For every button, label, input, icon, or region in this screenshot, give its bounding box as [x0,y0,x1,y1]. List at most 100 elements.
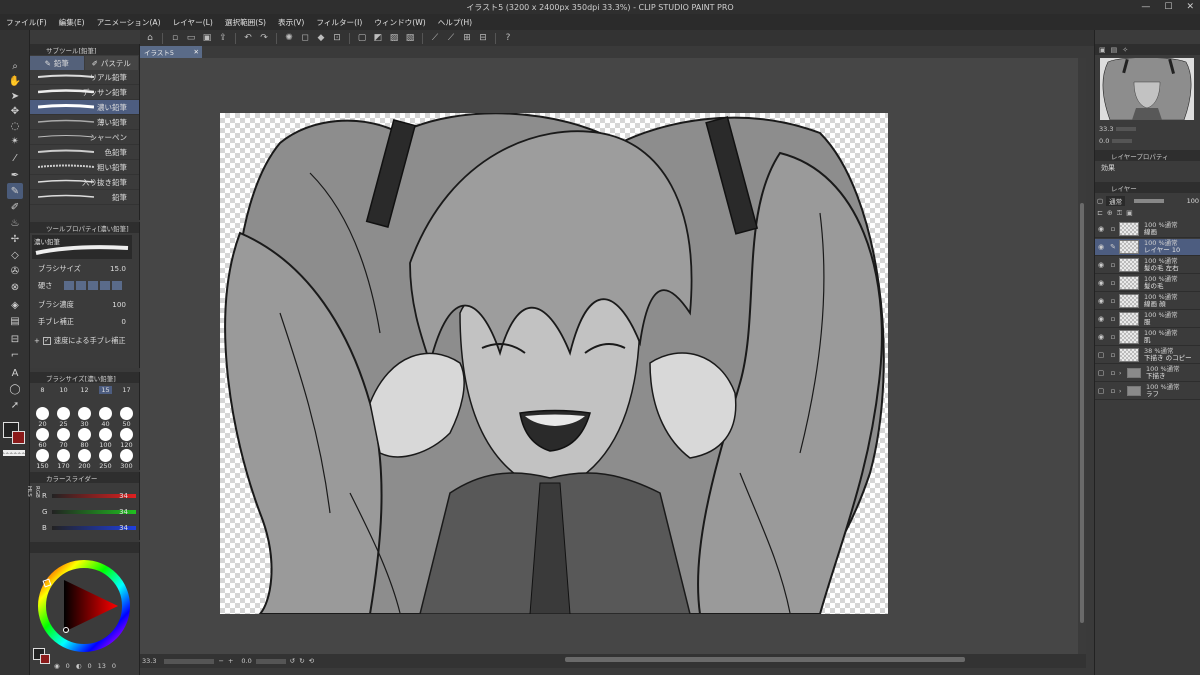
zoom-tool-icon[interactable]: ⌕ [7,58,23,74]
brush-size-row[interactable]: ブラシサイズ 15.0 [30,262,140,275]
clear-icon[interactable]: ◻ [299,32,311,44]
horizontal-scrollbar[interactable] [565,657,965,662]
eye-icon[interactable]: ◉ [1095,257,1107,274]
channel-value[interactable]: 34 [119,508,128,516]
eye-icon[interactable]: ◉ [1095,329,1107,346]
brush-size-option[interactable]: 200 [75,449,94,470]
close-button[interactable]: ✕ [1186,2,1194,12]
eraser-tool-icon[interactable]: ◇ [7,247,23,263]
pencil-tool-icon[interactable]: ✎ [7,183,23,199]
canvas-area[interactable] [140,58,1086,654]
edit-slot-icon[interactable]: ▫ [1107,383,1119,400]
brush-size-option[interactable]: 250 [96,449,115,470]
sub-view-tab-icon[interactable]: ▤ [1111,46,1118,54]
clip-icon[interactable]: ⊏ [1097,209,1103,219]
eye-icon[interactable]: ◉ [1095,221,1107,238]
lasso-tool-icon[interactable]: ◌ [7,118,23,134]
stabilization-row[interactable]: 手ブレ補正 0 [30,315,140,328]
eye-icon[interactable]: ◉ [1095,275,1107,292]
zoom-in-icon[interactable]: + [228,657,233,665]
brush-size-option[interactable]: 60 [33,428,52,449]
brush-item-dark-pencil[interactable]: 濃い鉛筆 [30,100,139,115]
brush-size-option[interactable]: 17 [117,386,136,406]
slider-r[interactable]: R 34 [30,490,140,502]
brush-size-option[interactable]: 80 [75,428,94,449]
speed-stabilization-row[interactable]: + ✓ 速度による手ブレ補正 [30,334,140,347]
eye-icon[interactable]: ◉ [1095,311,1107,328]
close-tab-icon[interactable]: ✕ [194,48,199,56]
deselect-icon[interactable]: ▢ [356,32,368,44]
stabilization-value[interactable]: 0 [121,317,126,326]
menu-help[interactable]: ヘルプ(H) [438,17,472,28]
blend-tool-icon[interactable]: ✇ [7,263,23,279]
edit-slot-icon[interactable]: ▫ [1107,257,1119,274]
fill-icon[interactable]: ◆ [315,32,327,44]
help-icon[interactable]: ? [502,32,514,44]
brush-item-dessin-pencil[interactable]: デッサン鉛筆 [30,85,139,100]
pen-tool-icon[interactable]: ✒ [7,167,23,183]
save-icon[interactable]: ▣ [201,32,213,44]
menu-layer[interactable]: レイヤー(L) [173,17,213,28]
density-value[interactable]: 100 [112,300,126,309]
snap-special-ruler-icon[interactable]: ⟋ [445,32,457,44]
ruler-icon[interactable]: ⟋ [429,32,441,44]
s-value[interactable]: 0 [87,662,91,670]
layer-row[interactable]: ◉ ✎ 100 %通常 レイヤー 10 [1095,239,1200,256]
layer-row[interactable]: ▢ ▫ 38 %通常 下描き のコピー [1095,347,1200,364]
extra-value[interactable]: 0 [112,662,116,670]
layer-row[interactable]: ▢ ▫ › 100 %通常 ラフ [1095,383,1200,400]
new-file-icon[interactable]: ▫ [169,32,181,44]
navigator-zoom-slider[interactable] [1116,127,1137,131]
brush-size-option[interactable]: 20 [33,407,52,428]
navigator-thumbnail[interactable] [1100,58,1194,120]
vertical-scrollbar[interactable] [1078,58,1086,654]
brush-item-real-pencil[interactable]: リアル鉛筆 [30,70,139,85]
channel-value[interactable]: 34 [119,524,128,532]
brush-size-option[interactable]: 15 [96,386,115,406]
h-value[interactable]: 0 [66,662,70,670]
menu-view[interactable]: 表示(V) [278,17,304,28]
eye-icon[interactable]: ◉ [1095,239,1107,256]
maximize-button[interactable]: ☐ [1164,2,1172,12]
show-selection-icon[interactable]: ▨ [388,32,400,44]
brush-size-option[interactable]: 10 [54,386,73,406]
brush-size-option[interactable]: 120 [117,428,136,449]
layer-type-icon[interactable]: ▢ [1097,197,1103,205]
brush-item-color-pencil[interactable]: 色鉛筆 [30,145,139,160]
chevron-right-icon[interactable]: › [1119,388,1127,395]
brush-item-rough-pencil[interactable]: 粗い鉛筆 [30,160,139,175]
zoom-out-icon[interactable]: − [218,657,223,665]
slider-g[interactable]: G 34 [30,506,140,518]
chevron-right-icon[interactable]: › [1119,370,1127,377]
gradient-tool-icon[interactable]: ◈ [7,297,23,313]
reset-view-icon[interactable]: ⟲ [309,657,314,665]
invert-selection-icon[interactable]: ◩ [372,32,384,44]
blend-mode-select[interactable]: 通常 [1106,196,1126,206]
export-icon[interactable]: ⇪ [217,32,229,44]
brush-size-option[interactable]: 50 [117,407,136,428]
edit-slot-icon[interactable]: ▫ [1107,293,1119,310]
menu-filter[interactable]: フィルター(I) [316,17,362,28]
figure-tool-icon[interactable]: ▤ [7,313,23,329]
edit-slot-icon[interactable]: ▫ [1107,275,1119,292]
eye-hidden-icon[interactable]: ▢ [1095,365,1107,382]
minimize-button[interactable]: — [1141,2,1150,12]
angle-value[interactable]: 0.0 [241,657,251,665]
layer-row[interactable]: ▢ ▫ › 100 %通常 下描き [1095,365,1200,382]
brush-size-option[interactable]: 100 [96,428,115,449]
edit-slot-icon[interactable]: ▫ [1107,365,1119,382]
slider-b[interactable]: B 34 [30,522,140,534]
undo-icon[interactable]: ↶ [242,32,254,44]
rotate-right-icon[interactable]: ↻ [299,657,304,665]
density-row[interactable]: ブラシ濃度 100 [30,298,140,311]
edit-slot-icon[interactable]: ▫ [1107,311,1119,328]
checkbox-icon[interactable]: ✓ [42,336,51,345]
v-value[interactable]: 13 [98,662,106,670]
tab-canvas-document[interactable]: イラスト5 ✕ [140,46,202,58]
open-file-icon[interactable]: ▭ [185,32,197,44]
move-layer-tool-icon[interactable]: ✥ [7,103,23,119]
brush-size-option[interactable]: 40 [96,407,115,428]
brush-item-taper-pencil[interactable]: 入り抜き鉛筆 [30,175,139,190]
menu-animation[interactable]: アニメーション(A) [97,17,161,28]
navigator-angle-value[interactable]: 0.0 [1099,137,1109,145]
